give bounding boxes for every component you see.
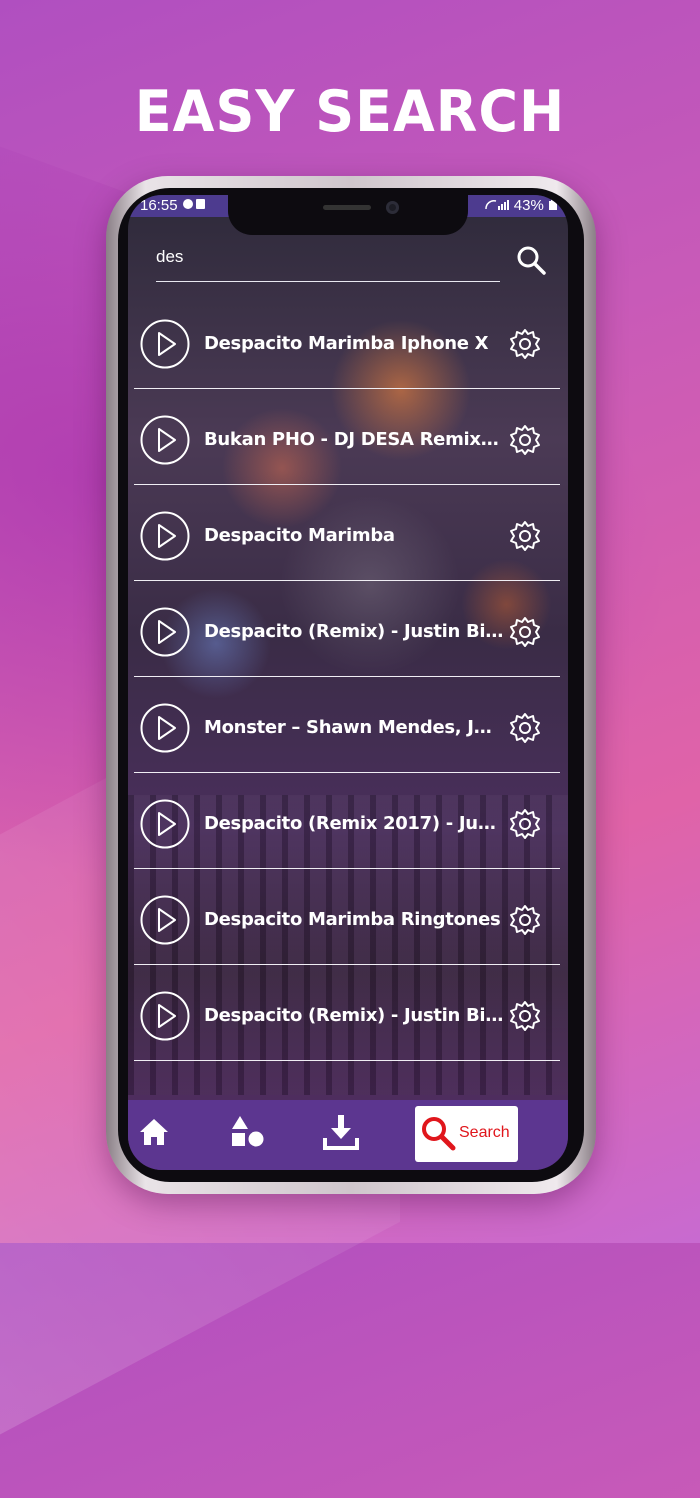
play-icon[interactable] (140, 799, 190, 849)
song-title: Despacito (Remix) - Justin Bieber (204, 1005, 504, 1026)
list-item[interactable]: Despacito (Remix) - Justin Bieber (128, 581, 568, 677)
search-underline (156, 281, 500, 282)
divider (134, 1060, 560, 1061)
gear-icon[interactable] (508, 615, 542, 649)
phone-screen: 16:55 43% des Despacito Marimba Iphone X… (128, 195, 568, 1170)
download-icon[interactable] (321, 1112, 361, 1152)
nav-search-button[interactable]: Search (415, 1106, 518, 1162)
gear-icon[interactable] (508, 903, 542, 937)
results-list: Despacito Marimba Iphone X Bukan PHO - D… (128, 293, 568, 1061)
song-title: Monster – Shawn Mendes, Justin... (204, 717, 504, 738)
battery-level: 43% (513, 197, 544, 214)
status-time: 16:55 (140, 197, 178, 214)
play-icon[interactable] (140, 895, 190, 945)
search-input[interactable]: des (156, 247, 183, 267)
list-item[interactable]: Despacito Marimba Ringtones (128, 869, 568, 965)
song-title: Despacito (Remix 2017) - Justin ... (204, 813, 504, 834)
gear-icon[interactable] (508, 999, 542, 1033)
battery-icon (549, 199, 557, 210)
gear-icon[interactable] (508, 711, 542, 745)
play-icon[interactable] (140, 511, 190, 561)
bottom-nav: Search (128, 1100, 568, 1170)
gear-icon[interactable] (508, 327, 542, 361)
home-icon[interactable] (134, 1112, 174, 1152)
play-icon[interactable] (140, 703, 190, 753)
front-camera (386, 201, 399, 214)
list-item[interactable]: Despacito (Remix 2017) - Justin ... (128, 773, 568, 869)
search-icon[interactable] (514, 243, 548, 277)
song-title: Despacito Marimba (204, 525, 395, 546)
status-battery: 43% (484, 197, 558, 214)
list-item[interactable]: Bukan PHO - DJ DESA Remix I SE... (128, 389, 568, 485)
song-title: Despacito Marimba Ringtones (204, 909, 501, 930)
list-item[interactable]: Despacito Marimba (128, 485, 568, 581)
play-icon[interactable] (140, 319, 190, 369)
search-icon (422, 1117, 456, 1151)
play-icon[interactable] (140, 415, 190, 465)
signal-icon (484, 200, 509, 210)
song-title: Bukan PHO - DJ DESA Remix I SE... (204, 429, 504, 450)
headline: EASY SEARCH (134, 78, 566, 145)
phone-notch (228, 195, 468, 235)
list-item[interactable]: Monster – Shawn Mendes, Justin... (128, 677, 568, 773)
search-bar: des (156, 239, 546, 283)
list-item[interactable]: Despacito (Remix) - Justin Bieber (128, 965, 568, 1061)
gear-icon[interactable] (508, 807, 542, 841)
notification-icons (182, 197, 210, 214)
list-item[interactable]: Despacito Marimba Iphone X (128, 293, 568, 389)
gear-icon[interactable] (508, 519, 542, 553)
song-title: Despacito Marimba Iphone X (204, 333, 489, 354)
categories-icon[interactable] (228, 1112, 268, 1152)
play-icon[interactable] (140, 991, 190, 1041)
song-title: Despacito (Remix) - Justin Bieber (204, 621, 504, 642)
notification-icon (183, 199, 205, 209)
earpiece (323, 205, 371, 210)
play-icon[interactable] (140, 607, 190, 657)
gear-icon[interactable] (508, 423, 542, 457)
nav-search-label: Search (459, 1124, 510, 1141)
